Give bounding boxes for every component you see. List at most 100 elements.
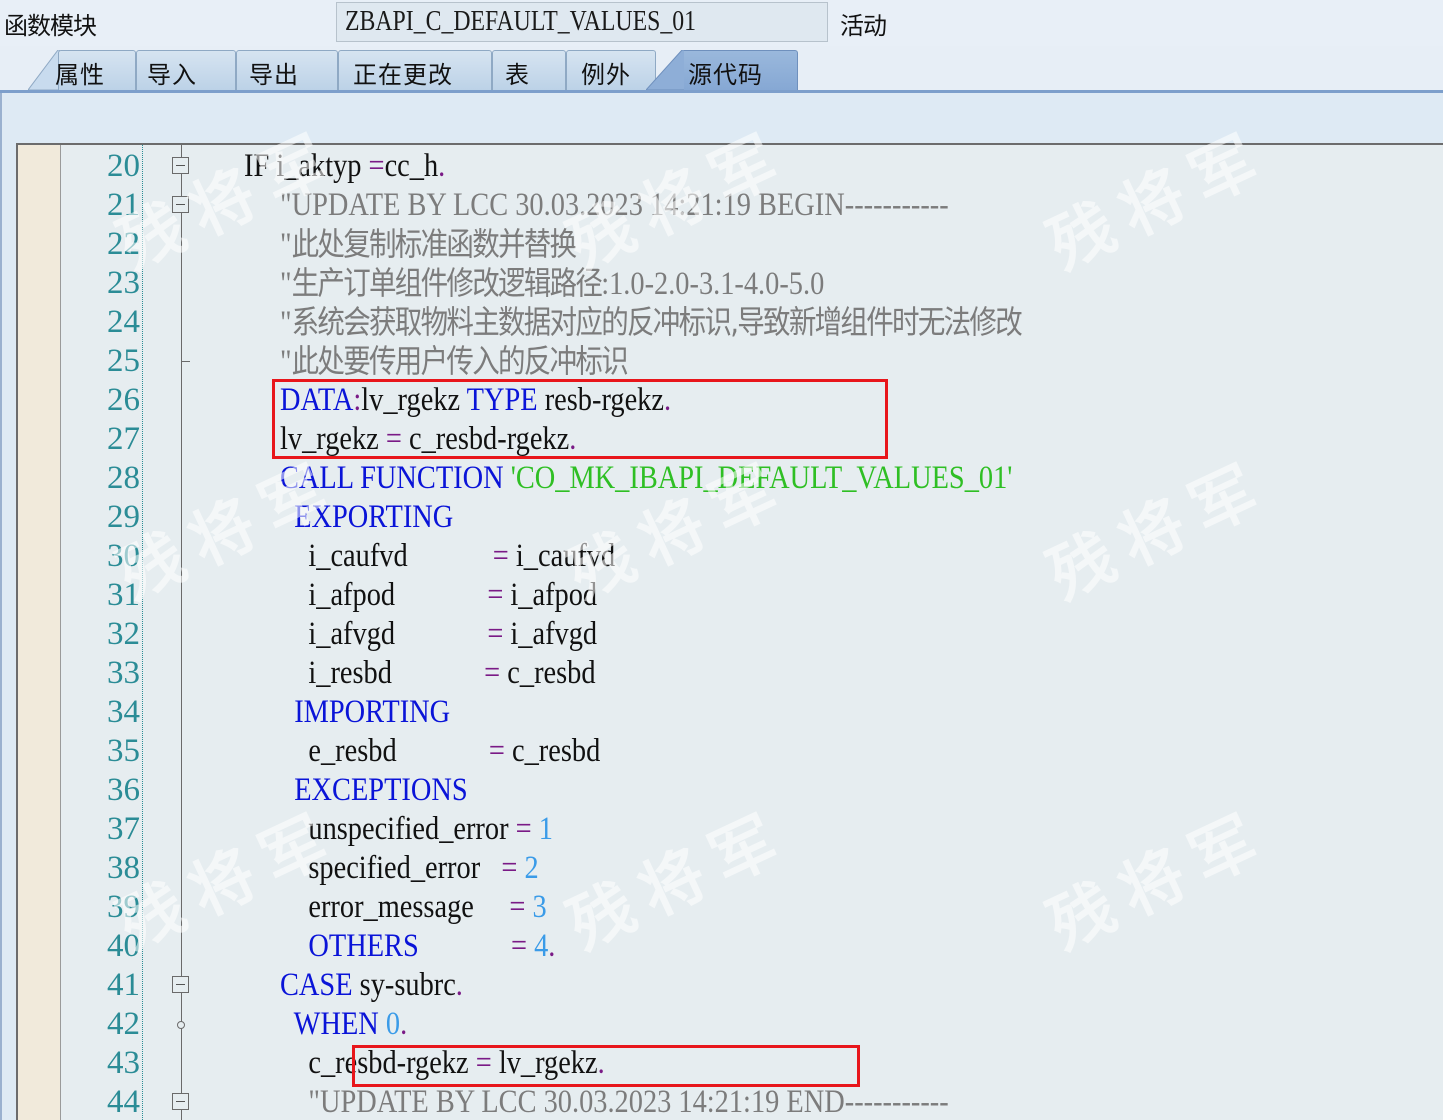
- fold-collapse-icon[interactable]: [172, 1093, 189, 1110]
- code-line[interactable]: 40 OTHERS = 4.: [18, 927, 1443, 966]
- code-line[interactable]: 24 "系统会获取物料主数据对应的反冲标识,导致新增组件时无法修改: [18, 303, 1443, 342]
- code-text: "系统会获取物料主数据对应的反冲标识,导致新增组件时无法修改: [280, 303, 1023, 343]
- fold-end-marker: [181, 361, 190, 362]
- code-text: EXCEPTIONS: [280, 771, 467, 810]
- line-number: 21: [107, 187, 140, 223]
- number-token: 4: [527, 928, 549, 964]
- highlight-box-assignment: [352, 1045, 860, 1087]
- operator-token: =: [492, 538, 509, 574]
- function-module-name-field[interactable]: ZBAPI_C_DEFAULT_VALUES_01: [336, 2, 828, 42]
- tab-attributes[interactable]: 属性: [55, 50, 136, 90]
- identifier-token: error_message: [280, 889, 510, 925]
- operator-token: =: [501, 850, 518, 886]
- tab-export[interactable]: 导出: [236, 50, 338, 90]
- tab-tables[interactable]: 表: [492, 50, 566, 90]
- keyword-token: EXPORTING: [280, 499, 454, 535]
- operator-token: .: [438, 148, 446, 184]
- comment-token: ": [280, 266, 292, 302]
- code-line[interactable]: 28 CALL FUNCTION 'CO_MK_IBAPI_DEFAULT_VAL…: [18, 459, 1443, 498]
- line-number: 44: [107, 1084, 140, 1120]
- code-text: i_afvgd = i_afvgd: [280, 615, 597, 654]
- keyword-token: IMPORTING: [280, 694, 451, 730]
- code-line[interactable]: 36 EXCEPTIONS: [18, 771, 1443, 810]
- code-text: error_message = 3: [280, 888, 547, 927]
- identifier-token: i_caufvd: [280, 538, 493, 574]
- code-line[interactable]: 21 "UPDATE BY LCC 30.03.2023 14:21:19 BEG…: [18, 186, 1443, 225]
- code-line[interactable]: 25 "此处要传用户传入的反冲标识: [18, 342, 1443, 381]
- comment-token: ": [280, 227, 292, 263]
- operator-token: .: [548, 928, 556, 964]
- line-number: 23: [107, 265, 140, 301]
- line-number: 38: [107, 850, 140, 886]
- abap-code-editor[interactable]: 20 IF i_aktyp =cc_h. 21 "UPDATE BY LCC 30.0…: [16, 143, 1443, 1120]
- line-number: 22: [107, 226, 140, 262]
- line-number: 29: [107, 499, 140, 535]
- fold-collapse-icon[interactable]: [172, 976, 189, 993]
- code-line[interactable]: 41 CASE sy-subrc.: [18, 966, 1443, 1005]
- operator-token: =: [368, 148, 385, 184]
- tab-changing[interactable]: 正在更改: [338, 50, 492, 90]
- tab-exceptions[interactable]: 例外: [566, 50, 656, 90]
- tab-strip: 属性 导入 导出 正在更改 表 例外 源代码: [0, 46, 1443, 94]
- code-line[interactable]: 31 i_afpod = i_afpod: [18, 576, 1443, 615]
- code-line[interactable]: 44 "UPDATE BY LCC 30.03.2023 14:21:19 EN…: [18, 1083, 1443, 1120]
- operator-token: =: [487, 616, 504, 652]
- comment-token: ": [280, 344, 292, 380]
- identifier-token: cc_h: [384, 148, 439, 184]
- keyword-token: CALL FUNCTION: [280, 460, 511, 496]
- identifier-token: i_resbd: [280, 655, 485, 691]
- code-text: e_resbd = c_resbd: [280, 732, 600, 771]
- highlight-box-declaration: [272, 379, 888, 459]
- number-token: 2: [517, 850, 539, 886]
- code-text: "此处要传用户传入的反冲标识: [280, 342, 629, 382]
- identifier-token: i_afpod: [280, 577, 488, 613]
- identifier-token: specified_error: [280, 850, 502, 886]
- identifier-token: i_caufvd: [508, 538, 616, 574]
- line-number: 40: [107, 928, 140, 964]
- tab-import[interactable]: 导入: [136, 50, 236, 90]
- identifier-token: e_resbd: [280, 733, 489, 769]
- line-number: 37: [107, 811, 140, 847]
- code-text: i_resbd = c_resbd: [280, 654, 595, 693]
- fold-collapse-icon[interactable]: [172, 157, 189, 174]
- code-line[interactable]: 23 "生产订单组件修改逻辑路径:1.0-2.0-3.1-4.0-5.0: [18, 264, 1443, 303]
- line-number: 33: [107, 655, 140, 691]
- code-line[interactable]: 30 i_caufvd = i_caufvd: [18, 537, 1443, 576]
- activation-status: 活动: [840, 12, 887, 40]
- code-line[interactable]: 20 IF i_aktyp =cc_h.: [18, 147, 1443, 186]
- line-number: 32: [107, 616, 140, 652]
- line-number: 31: [107, 577, 140, 613]
- code-text: IF i_aktyp =cc_h.: [244, 147, 445, 186]
- code-line[interactable]: 32 i_afvgd = i_afvgd: [18, 615, 1443, 654]
- operator-token: =: [484, 655, 501, 691]
- code-line[interactable]: 29 EXPORTING: [18, 498, 1443, 537]
- code-text: "UPDATE BY LCC 30.03.2023 14:21:19 END--…: [280, 1083, 948, 1120]
- fold-collapse-icon[interactable]: [172, 196, 189, 213]
- code-line[interactable]: 39 error_message = 3: [18, 888, 1443, 927]
- tab-source-code[interactable]: 源代码: [684, 50, 798, 90]
- function-module-header: 函数模块 ZBAPI_C_DEFAULT_VALUES_01 活动: [0, 0, 1443, 46]
- line-number: 30: [107, 538, 140, 574]
- number-token: 3: [525, 889, 547, 925]
- identifier-token: i_afvgd: [503, 616, 598, 652]
- fold-branch-dot-icon: [177, 1021, 185, 1029]
- code-line[interactable]: 22 "此处复制标准函数并替换: [18, 225, 1443, 264]
- code-line[interactable]: 35 e_resbd = c_resbd: [18, 732, 1443, 771]
- code-text: i_afpod = i_afpod: [280, 576, 597, 615]
- comment-token: 生产订单组件修改逻辑路径: [291, 264, 603, 302]
- code-line[interactable]: 42 WHEN 0.: [18, 1005, 1443, 1044]
- line-number: 26: [107, 382, 140, 418]
- code-line[interactable]: 38 specified_error = 2: [18, 849, 1443, 888]
- code-line[interactable]: 37 unspecified_error = 1: [18, 810, 1443, 849]
- identifier-token: IF i_aktyp: [244, 148, 369, 184]
- number-token: 0: [378, 1006, 401, 1042]
- code-line[interactable]: 33 i_resbd = c_resbd: [18, 654, 1443, 693]
- identifier-token: [419, 928, 511, 964]
- line-number: 27: [107, 421, 140, 457]
- code-line[interactable]: 34 IMPORTING: [18, 693, 1443, 732]
- operator-token: =: [487, 577, 504, 613]
- operator-token: =: [488, 733, 505, 769]
- comment-token: ": [280, 305, 292, 341]
- operator-token: =: [509, 889, 526, 925]
- code-text: CASE sy-subrc.: [280, 966, 463, 1005]
